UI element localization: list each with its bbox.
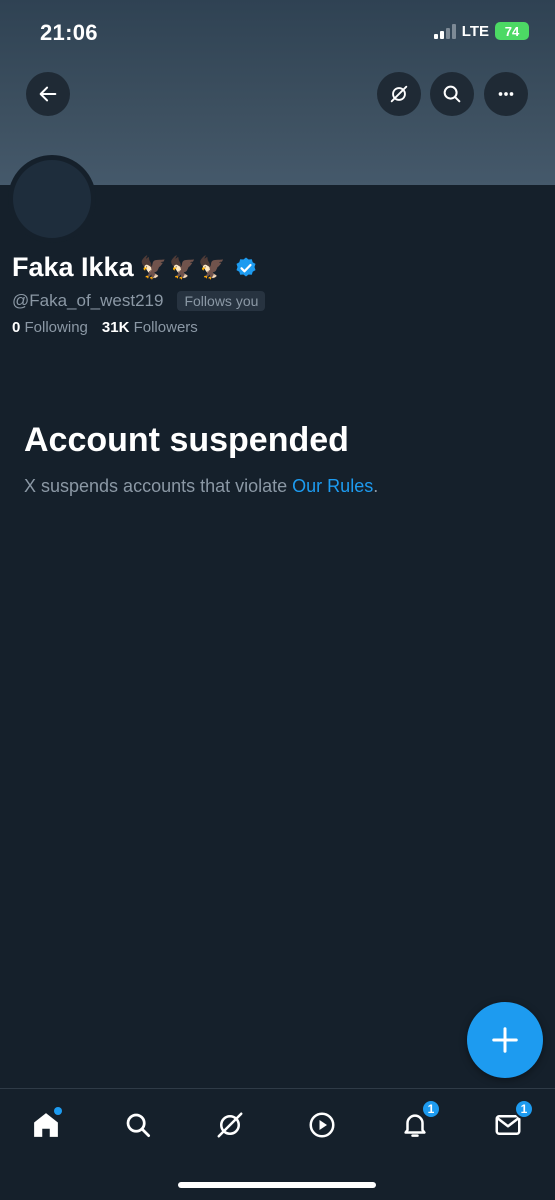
suspended-text: X suspends accounts that violate: [24, 476, 293, 496]
signal-icon: [433, 23, 456, 39]
back-button[interactable]: [26, 72, 70, 116]
play-circle-icon: [309, 1112, 335, 1138]
battery-level: 74: [504, 23, 520, 39]
arrow-left-icon: [39, 86, 57, 102]
grok-icon: [390, 85, 408, 103]
display-name: Faka Ikka: [12, 252, 134, 282]
status-time: 21:06: [40, 20, 98, 45]
following-link[interactable]: 0 Following: [12, 319, 88, 336]
following-label: Following: [24, 319, 88, 336]
search-icon: [126, 1113, 150, 1137]
avatar[interactable]: [8, 155, 96, 243]
followers-label: Followers: [133, 319, 198, 336]
verified-badge-icon[interactable]: [234, 256, 258, 280]
following-count: 0: [12, 319, 21, 336]
grok-icon: [217, 1112, 243, 1138]
suspended-message: X suspends accounts that violate Our Rul…: [24, 476, 378, 497]
compose-button[interactable]: [467, 1002, 543, 1078]
search-button[interactable]: [430, 72, 474, 116]
status-indicators: LTE 74: [433, 22, 529, 40]
nav-video[interactable]: [302, 1105, 342, 1145]
nav-notifications[interactable]: 1: [395, 1099, 441, 1145]
followers-link[interactable]: 31K Followers: [102, 319, 198, 336]
handle-row: @Faka_of_west219 Follows you: [12, 291, 266, 311]
nav-grok[interactable]: [210, 1105, 250, 1145]
profile-screen: 21:06 LTE 74 Faka Ikka 🦅🦅🦅 @Faka_of_west…: [0, 0, 555, 1200]
notifications-badge: 1: [421, 1099, 441, 1119]
name-row: Faka Ikka 🦅🦅🦅: [12, 252, 258, 283]
home-indicator[interactable]: [178, 1182, 376, 1188]
profile-banner: 21:06 LTE 74: [0, 0, 555, 185]
battery-icon: 74: [495, 22, 529, 40]
nav-search[interactable]: [118, 1105, 158, 1145]
suspended-suffix: .: [373, 476, 379, 496]
nav-home[interactable]: [26, 1105, 66, 1145]
follows-you-badge: Follows you: [177, 291, 266, 311]
messages-badge: 1: [514, 1099, 534, 1119]
stats-row: 0 Following 31K Followers: [12, 319, 198, 336]
nav-messages[interactable]: 1: [488, 1099, 534, 1145]
our-rules-link[interactable]: Our Rules: [292, 476, 373, 496]
grok-button[interactable]: [377, 72, 421, 116]
handle: @Faka_of_west219: [12, 291, 164, 310]
more-horizontal-icon: [498, 92, 514, 96]
network-label: LTE: [461, 22, 489, 40]
plus-icon: [492, 1027, 518, 1053]
name-emoji: 🦅🦅🦅: [139, 254, 228, 280]
followers-count: 31K: [101, 319, 130, 336]
more-button[interactable]: [484, 72, 528, 116]
home-notification-dot: [54, 1107, 62, 1115]
suspended-title: Account suspended: [24, 421, 349, 459]
search-icon: [443, 85, 461, 103]
